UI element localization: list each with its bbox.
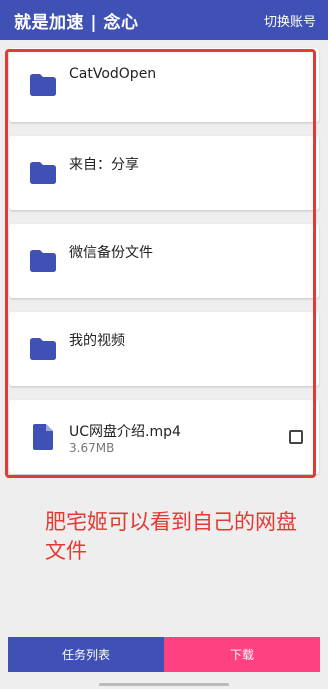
app-bar: 就是加速 | 念心 切换账号 xyxy=(0,0,328,40)
list-item-file[interactable]: UC网盘介绍.mp4 3.67MB xyxy=(9,400,319,474)
task-list-button[interactable]: 任务列表 xyxy=(8,637,164,672)
list-item-folder[interactable]: 微信备份文件 xyxy=(9,224,319,298)
file-icon xyxy=(33,424,53,450)
item-name: 我的视频 xyxy=(69,333,125,349)
switch-account-button[interactable]: 切换账号 xyxy=(264,11,316,30)
folder-icon xyxy=(30,250,56,272)
bottom-bar: 任务列表 下载 xyxy=(8,637,320,672)
folder-icon xyxy=(30,74,56,96)
item-name: UC网盘介绍.mp4 xyxy=(69,424,181,440)
select-checkbox[interactable] xyxy=(289,430,303,444)
folder-icon xyxy=(30,162,56,184)
download-button[interactable]: 下载 xyxy=(164,637,320,672)
file-size: 3.67MB xyxy=(69,441,115,455)
annotation-text: 肥宅姬可以看到自己的网盘文件 xyxy=(45,510,297,563)
item-name: CatVodOpen xyxy=(69,66,157,82)
app-title: 就是加速 | 念心 xyxy=(14,12,139,33)
list-item-folder[interactable]: 我的视频 xyxy=(9,312,319,386)
list-item-folder[interactable]: 来自：分享 xyxy=(9,136,319,210)
list-item-folder[interactable]: CatVodOpen xyxy=(9,48,319,122)
item-name: 来自：分享 xyxy=(69,157,139,173)
item-name: 微信备份文件 xyxy=(69,245,153,261)
folder-icon xyxy=(30,338,56,360)
home-indicator xyxy=(99,683,229,686)
